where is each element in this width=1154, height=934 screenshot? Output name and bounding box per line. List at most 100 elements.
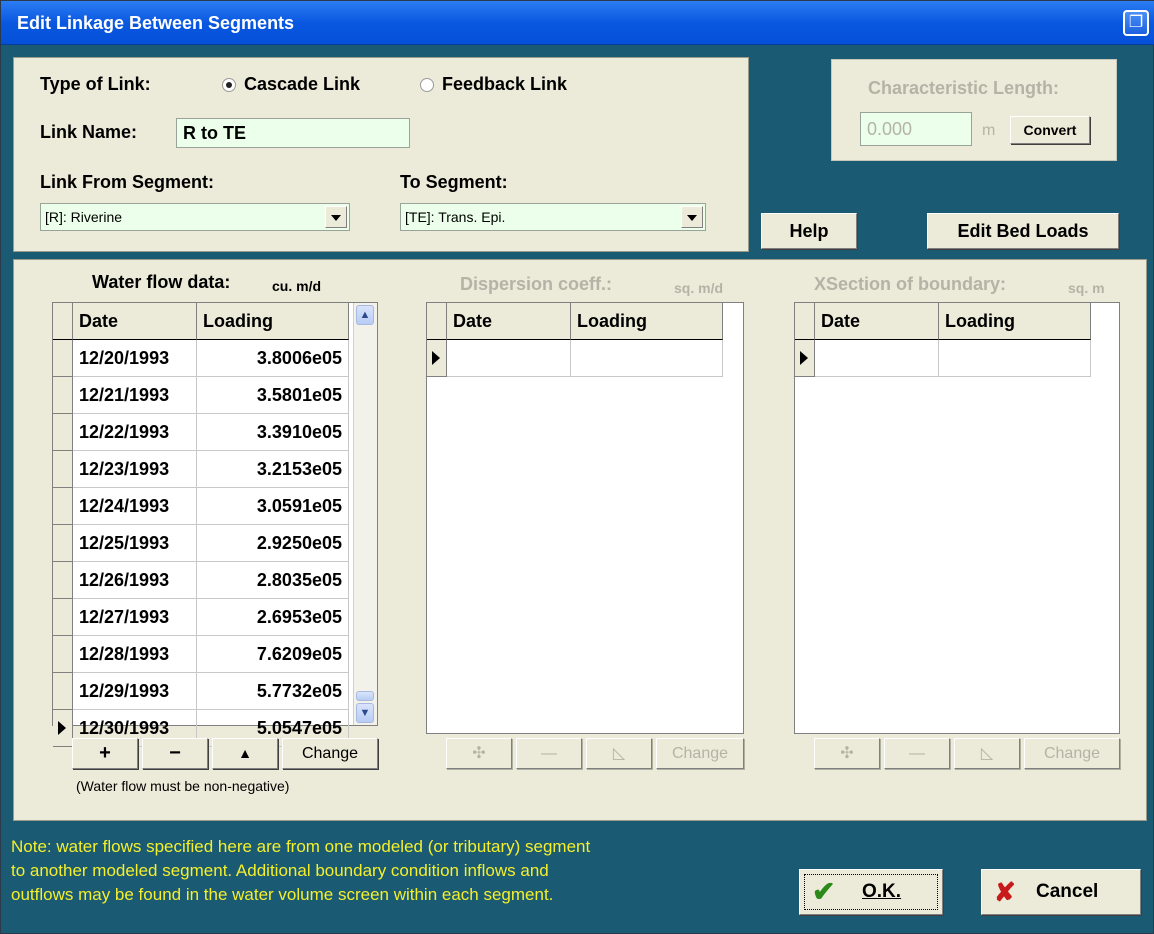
water-flow-hint: (Water flow must be non-negative) xyxy=(76,778,290,794)
vertical-scrollbar[interactable]: ▲ ▼ xyxy=(353,303,377,725)
help-button[interactable]: Help xyxy=(761,213,857,249)
note-line: Note: water flows specified here are fro… xyxy=(11,837,591,856)
date-cell[interactable] xyxy=(815,340,939,377)
xsection-grid[interactable]: Date Loading xyxy=(794,302,1120,734)
ok-button[interactable]: ✔ O.K. xyxy=(799,869,943,915)
chevron-down-icon[interactable] xyxy=(325,206,347,228)
column-header-loading[interactable]: Loading xyxy=(197,303,349,340)
loading-cell[interactable]: 3.3910e05 xyxy=(197,414,349,451)
date-cell[interactable]: 12/21/1993 xyxy=(73,377,197,414)
table-row[interactable]: 12/20/1993 3.8006e05 xyxy=(53,340,349,377)
date-cell[interactable]: 12/20/1993 xyxy=(73,340,197,377)
date-cell[interactable]: 12/27/1993 xyxy=(73,599,197,636)
link-type-label: Type of Link: xyxy=(40,74,151,94)
date-cell[interactable]: 12/29/1993 xyxy=(73,673,197,710)
dispersion-grid[interactable]: Date Loading xyxy=(426,302,744,734)
loading-cell[interactable]: 2.6953e05 xyxy=(197,599,349,636)
add-row-button: ✣ xyxy=(446,738,512,769)
column-header-date[interactable]: Date xyxy=(73,303,197,340)
date-cell[interactable]: 12/24/1993 xyxy=(73,488,197,525)
link-panel: Type of Link: Cascade Link Feedback Link… xyxy=(13,57,749,252)
date-cell[interactable]: 12/28/1993 xyxy=(73,636,197,673)
row-selector[interactable] xyxy=(53,525,73,562)
date-cell[interactable]: 12/23/1993 xyxy=(73,451,197,488)
loading-cell[interactable]: 2.8035e05 xyxy=(197,562,349,599)
row-selector[interactable] xyxy=(53,562,73,599)
feedback-radio-label[interactable]: Feedback Link xyxy=(442,74,567,95)
restore-icon[interactable]: ❐ xyxy=(1123,10,1149,36)
table-row[interactable]: 12/21/1993 3.5801e05 xyxy=(53,377,349,414)
loading-cell[interactable]: 7.6209e05 xyxy=(197,636,349,673)
cascade-radio-label[interactable]: Cascade Link xyxy=(244,74,360,95)
row-selector[interactable] xyxy=(53,488,73,525)
loading-cell[interactable]: 3.5801e05 xyxy=(197,377,349,414)
loading-cell[interactable]: 5.7732e05 xyxy=(197,673,349,710)
close-icon: ✘ xyxy=(994,877,1016,907)
water-flow-unit: cu. m/d xyxy=(272,278,322,294)
cancel-button[interactable]: ✘ Cancel xyxy=(981,869,1141,915)
remove-row-button[interactable]: − xyxy=(142,738,208,769)
cascade-radio[interactable] xyxy=(222,78,236,92)
char-length-unit: m xyxy=(982,122,996,139)
scroll-up-icon[interactable]: ▲ xyxy=(356,305,374,325)
row-selector[interactable] xyxy=(53,599,73,636)
row-selector[interactable] xyxy=(53,673,73,710)
column-header-loading[interactable]: Loading xyxy=(571,303,723,340)
table-row[interactable]: 12/24/1993 3.0591e05 xyxy=(53,488,349,525)
column-header-date[interactable]: Date xyxy=(815,303,939,340)
date-cell[interactable] xyxy=(447,340,571,377)
chevron-down-icon[interactable] xyxy=(681,206,703,228)
loading-cell[interactable]: 3.0591e05 xyxy=(197,488,349,525)
scroll-thumb[interactable] xyxy=(356,691,374,701)
row-selector[interactable] xyxy=(53,451,73,488)
table-row[interactable]: 12/25/1993 2.9250e05 xyxy=(53,525,349,562)
row-selector[interactable] xyxy=(427,340,447,377)
note-line: to another modeled segment. Additional b… xyxy=(11,861,549,880)
water-flow-title: Water flow data: xyxy=(92,272,231,292)
date-cell[interactable]: 12/22/1993 xyxy=(73,414,197,451)
row-selector[interactable] xyxy=(53,377,73,414)
date-cell[interactable]: 12/26/1993 xyxy=(73,562,197,599)
row-selector[interactable] xyxy=(53,636,73,673)
add-row-button[interactable]: + xyxy=(72,738,138,769)
dispersion-toolbar: ✣ — ◺ Change xyxy=(446,738,744,769)
loading-cell[interactable]: 3.8006e05 xyxy=(197,340,349,377)
water-flow-grid[interactable]: Date Loading 12/20/1993 3.8006e05 12/21/19… xyxy=(52,302,378,747)
grid-corner xyxy=(53,303,73,340)
table-row[interactable]: 12/23/1993 3.2153e05 xyxy=(53,451,349,488)
char-length-label: Characteristic Length: xyxy=(868,78,1060,98)
move-up-button[interactable]: ▲ xyxy=(212,738,278,769)
loading-cell[interactable] xyxy=(571,340,723,377)
link-name-input[interactable]: R to TE xyxy=(176,118,410,148)
table-row[interactable] xyxy=(427,340,723,377)
edit-bed-loads-button[interactable]: Edit Bed Loads xyxy=(927,213,1119,249)
add-row-button: ✣ xyxy=(814,738,880,769)
table-row[interactable]: 12/26/1993 2.8035e05 xyxy=(53,562,349,599)
loading-cell[interactable] xyxy=(939,340,1091,377)
to-segment-select[interactable]: [TE]: Trans. Epi. xyxy=(400,203,706,231)
loading-cell[interactable]: 3.2153e05 xyxy=(197,451,349,488)
from-segment-select[interactable]: [R]: Riverine xyxy=(40,203,350,231)
loading-cell[interactable]: 2.9250e05 xyxy=(197,525,349,562)
from-segment-label: Link From Segment: xyxy=(40,172,215,192)
convert-button[interactable]: Convert xyxy=(1010,116,1090,144)
row-selector[interactable] xyxy=(53,710,73,747)
note-text: Note: water flows specified here are fro… xyxy=(11,835,771,907)
change-button[interactable]: Change xyxy=(282,738,378,769)
table-row[interactable]: 12/22/1993 3.3910e05 xyxy=(53,414,349,451)
column-header-date[interactable]: Date xyxy=(447,303,571,340)
row-selector[interactable] xyxy=(795,340,815,377)
date-cell[interactable]: 12/25/1993 xyxy=(73,525,197,562)
table-row[interactable]: 12/28/1993 7.6209e05 xyxy=(53,636,349,673)
dispersion-title: Dispersion coeff.: xyxy=(460,274,613,294)
feedback-radio[interactable] xyxy=(420,78,434,92)
move-up-button: ◺ xyxy=(586,738,652,769)
table-row[interactable]: 12/27/1993 2.6953e05 xyxy=(53,599,349,636)
table-row[interactable] xyxy=(795,340,1091,377)
column-header-loading[interactable]: Loading xyxy=(939,303,1091,340)
row-selector[interactable] xyxy=(53,414,73,451)
table-row[interactable]: 12/29/1993 5.7732e05 xyxy=(53,673,349,710)
scroll-down-icon[interactable]: ▼ xyxy=(356,703,374,723)
title-bar: Edit Linkage Between Segments ❐ xyxy=(1,1,1154,45)
row-selector[interactable] xyxy=(53,340,73,377)
